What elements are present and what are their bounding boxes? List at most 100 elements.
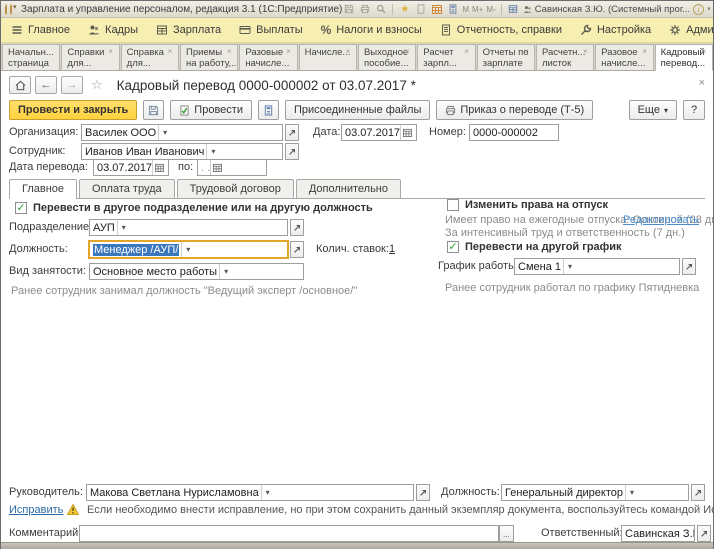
to-date-field[interactable]: . . — [197, 159, 267, 176]
tab-priemy-na-rabotu[interactable]: ×Приемына работу,... — [180, 44, 238, 70]
department-open-button[interactable] — [290, 219, 304, 236]
preview-icon[interactable] — [374, 3, 387, 15]
dropdown-icon[interactable]: ▾ — [158, 125, 171, 140]
close-icon[interactable]: × — [341, 46, 355, 57]
tab-home[interactable]: Начальн...страница — [2, 44, 60, 70]
tab-raschet-zarplaty[interactable]: ×Расчетзарпл... — [417, 44, 475, 70]
home-button[interactable] — [9, 76, 31, 94]
responsible-field[interactable]: Савинская З.Ю. (Систем▾ — [621, 525, 695, 542]
department-field[interactable]: АУП▾ — [89, 219, 288, 236]
schedule-checkbox[interactable]: ✓ Перевести на другой график — [447, 241, 622, 253]
menu-salary[interactable]: Зарплата — [156, 24, 221, 36]
forward-button[interactable]: → — [61, 76, 83, 94]
dropdown-icon[interactable]: ▾ — [563, 259, 576, 274]
menu-administration[interactable]: Администрирование — [669, 24, 714, 36]
favorite-star-icon[interactable]: ☆ — [91, 77, 103, 93]
split-window-icon[interactable] — [507, 3, 520, 15]
form-close-icon[interactable]: × — [699, 77, 705, 89]
close-icon[interactable]: × — [519, 46, 533, 57]
close-icon[interactable]: × — [163, 46, 177, 57]
tab-oplata-truda[interactable]: Оплата труда — [79, 179, 175, 198]
close-icon[interactable]: × — [638, 46, 652, 57]
dropdown-icon[interactable]: ▾ — [261, 485, 274, 500]
org-open-button[interactable] — [285, 124, 299, 141]
tab-spravki-dlya[interactable]: ×Справкидля... — [61, 44, 119, 70]
tab-raschetny-listok[interactable]: ×Расчетн...листок — [536, 44, 594, 70]
menu-personnel[interactable]: Кадры — [88, 24, 138, 36]
save-icon[interactable] — [342, 3, 355, 15]
info-icon[interactable]: i — [693, 4, 704, 15]
responsible-open-button[interactable] — [697, 525, 711, 542]
tab-otchety-po-zarplate[interactable]: ×Отчеты позарплате — [477, 44, 535, 70]
close-icon[interactable]: × — [578, 46, 592, 57]
menu-reports[interactable]: Отчетность, справки — [440, 24, 562, 36]
rates-value-link[interactable]: 1 — [389, 243, 395, 255]
print-order-button[interactable]: Приказ о переводе (Т-5) — [436, 100, 593, 120]
fix-link[interactable]: Исправить — [9, 504, 63, 516]
number-field[interactable]: 0000-000002 — [469, 124, 559, 141]
comment-field[interactable] — [79, 525, 499, 542]
calendar-icon[interactable] — [430, 3, 443, 15]
current-user[interactable]: Савинская З.Ю. (Системный прог... — [523, 4, 690, 15]
menu-main[interactable]: Главное — [11, 24, 70, 36]
back-button[interactable]: ← — [35, 76, 57, 94]
employee-open-button[interactable] — [285, 143, 299, 160]
tab-vyhodnoe-posobie[interactable]: ×Выходноепособие... — [358, 44, 416, 70]
post-and-close-button[interactable]: Провести и закрыть — [9, 100, 137, 120]
more-button[interactable]: Еще▾ — [629, 100, 677, 120]
print-icon[interactable] — [358, 3, 371, 15]
manager-position-open-button[interactable] — [691, 484, 705, 501]
add-favorite-icon[interactable]: ★ — [398, 3, 411, 15]
position-field[interactable]: Менеджер /АУП/▾ — [89, 241, 288, 258]
favorites-page-icon[interactable] — [414, 3, 427, 15]
tab-dopolnitelno[interactable]: Дополнительно — [296, 179, 401, 198]
memory-mplus-button[interactable]: M+ — [472, 5, 483, 14]
info-dropdown-icon[interactable]: ▾ — [707, 5, 711, 13]
calculator-icon[interactable] — [446, 3, 459, 15]
calendar-icon[interactable] — [400, 125, 414, 140]
dropdown-icon[interactable]: ▾ — [181, 242, 194, 257]
transfer-checkbox[interactable]: ✓ Перевести в другое подразделение или н… — [15, 202, 373, 214]
tab-glavnoe[interactable]: Главное — [9, 179, 77, 198]
close-icon[interactable]: × — [460, 46, 474, 57]
tab-razovoe-nachislenie[interactable]: ×Разовоеначисле... — [595, 44, 653, 70]
app-logo-icon[interactable] — [5, 4, 7, 15]
manager-position-field[interactable]: Генеральный директор▾ — [501, 484, 689, 501]
date-field[interactable]: 03.07.2017 — [341, 124, 417, 141]
tab-trudovoy-dogovor[interactable]: Трудовой договор — [177, 179, 294, 198]
calendar-icon[interactable] — [210, 160, 224, 175]
attached-files-button[interactable]: Присоединенные файлы — [285, 100, 430, 120]
tab-kadrovy-perevod[interactable]: ×Кадровыйперевод... — [655, 44, 713, 71]
post-button[interactable]: Провести — [170, 100, 252, 120]
tab-nachislenie[interactable]: ×Начисле... — [299, 44, 357, 70]
menu-settings[interactable]: Настройка — [580, 24, 651, 36]
calendar-icon[interactable] — [152, 160, 166, 175]
schedule-field[interactable]: Смена 1▾ — [514, 258, 680, 275]
close-icon[interactable]: × — [282, 46, 296, 57]
close-icon[interactable]: × — [104, 46, 118, 57]
dropdown-icon[interactable]: ▾ — [117, 220, 130, 235]
employee-field[interactable]: Иванов Иван Иванович▾ — [81, 143, 283, 160]
dropdown-icon[interactable]: ▾ — [219, 264, 232, 279]
employment-field[interactable]: Основное место работы▾ — [89, 263, 304, 280]
menu-payments[interactable]: Выплаты — [239, 24, 302, 36]
manager-field[interactable]: Макова Светлана Нурисламовна▾ — [86, 484, 414, 501]
close-icon[interactable]: × — [400, 46, 414, 57]
dropdown-icon[interactable]: ▾ — [625, 485, 638, 500]
transfer-date-field[interactable]: 03.07.2017 — [93, 159, 169, 176]
tab-spravka-dlya[interactable]: ×Справкадля... — [121, 44, 179, 70]
org-field[interactable]: Василек ООО▾ — [81, 124, 283, 141]
memory-m-button[interactable]: M — [462, 5, 469, 14]
close-icon[interactable]: × — [697, 46, 711, 57]
comment-expand-button[interactable]: ... — [499, 525, 514, 542]
dropdown-icon[interactable]: ▾ — [206, 144, 219, 159]
schedule-open-button[interactable] — [682, 258, 696, 275]
edit-vacation-link[interactable]: Редактировать — [623, 214, 699, 226]
tab-razovye-nachisleniya[interactable]: ×Разовыеначисле... — [239, 44, 297, 70]
manager-open-button[interactable] — [416, 484, 430, 501]
menu-taxes[interactable]: %Налоги и взносы — [321, 23, 422, 37]
dt-kt-button[interactable] — [258, 100, 279, 120]
main-menu-button[interactable] — [10, 4, 12, 15]
memory-mminus-button[interactable]: M- — [486, 5, 495, 14]
help-button[interactable]: ? — [683, 100, 705, 120]
